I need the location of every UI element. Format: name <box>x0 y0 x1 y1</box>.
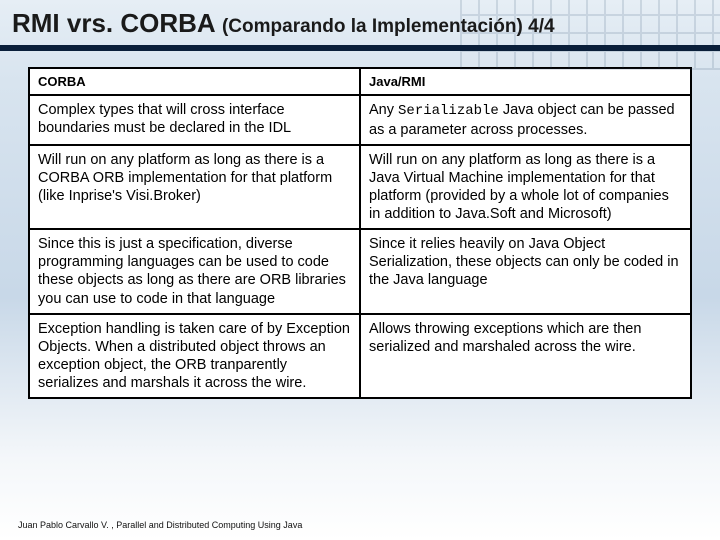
cell-corba-1: Complex types that will cross interface … <box>29 95 360 145</box>
cell-javarmi-3: Since it relies heavily on Java Object S… <box>360 229 691 314</box>
table-row: Exception handling is taken care of by E… <box>29 314 691 399</box>
table-header-row: CORBA Java/RMI <box>29 68 691 95</box>
table-container: CORBA Java/RMI Complex types that will c… <box>0 49 720 409</box>
table-row: Will run on any platform as long as ther… <box>29 145 691 230</box>
slide-title-main: RMI vrs. CORBA <box>12 8 222 38</box>
cell-corba-2: Will run on any platform as long as ther… <box>29 145 360 230</box>
header-corba: CORBA <box>29 68 360 95</box>
cell-corba-4: Exception handling is taken care of by E… <box>29 314 360 399</box>
cell-javarmi-4: Allows throwing exceptions which are the… <box>360 314 691 399</box>
title-bar: RMI vrs. CORBA (Comparando la Implementa… <box>0 0 720 49</box>
table-row: Since this is just a specification, dive… <box>29 229 691 314</box>
header-javarmi: Java/RMI <box>360 68 691 95</box>
code-serializable: Serializable <box>398 103 499 119</box>
footer-text: Juan Pablo Carvallo V. , Parallel and Di… <box>18 520 302 530</box>
table-row: Complex types that will cross interface … <box>29 95 691 145</box>
comparison-table: CORBA Java/RMI Complex types that will c… <box>28 67 692 399</box>
cell-corba-3: Since this is just a specification, dive… <box>29 229 360 314</box>
cell-javarmi-2: Will run on any platform as long as ther… <box>360 145 691 230</box>
cell-text: Any <box>369 102 398 118</box>
slide-title-sub: (Comparando la Implementación) 4/4 <box>222 16 555 37</box>
cell-javarmi-1: Any Serializable Java object can be pass… <box>360 95 691 145</box>
